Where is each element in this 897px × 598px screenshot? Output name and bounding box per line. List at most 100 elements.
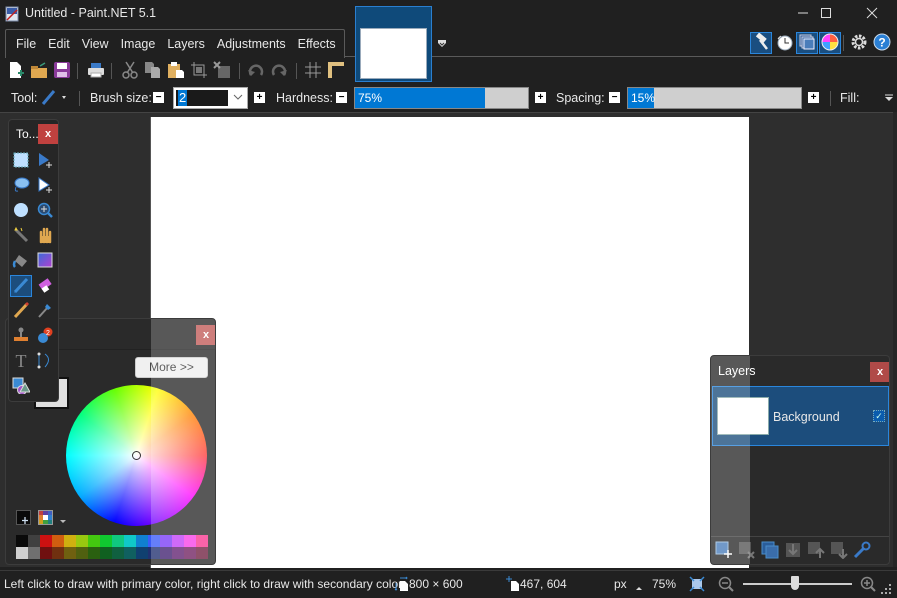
palette-swatch[interactable] bbox=[52, 535, 64, 547]
history-window-toggle[interactable] bbox=[773, 32, 795, 54]
tool-gradient[interactable] bbox=[34, 250, 56, 272]
tool-line-curve[interactable] bbox=[34, 350, 56, 372]
tool-move-selection[interactable] bbox=[34, 175, 56, 197]
spacing-slider[interactable]: 15% bbox=[627, 87, 802, 109]
settings-button[interactable] bbox=[848, 32, 870, 54]
menu-view[interactable]: View bbox=[76, 30, 115, 58]
new-button[interactable] bbox=[6, 61, 26, 81]
grid-toggle-button[interactable] bbox=[303, 61, 323, 81]
chevron-down-icon[interactable] bbox=[232, 91, 244, 106]
palette-swatch[interactable] bbox=[16, 547, 28, 559]
menu-layers[interactable]: Layers bbox=[161, 30, 211, 58]
layers-window-toggle[interactable] bbox=[796, 32, 818, 54]
tool-pan[interactable] bbox=[34, 225, 56, 247]
brush-size-decrease-button[interactable]: − bbox=[153, 92, 164, 103]
tools-window-close-button[interactable]: x bbox=[38, 124, 58, 144]
duplicate-layer-button[interactable] bbox=[761, 541, 779, 560]
palette-swatch[interactable] bbox=[136, 547, 148, 559]
hardness-decrease-button[interactable]: − bbox=[336, 92, 347, 103]
palette-swatch[interactable] bbox=[76, 535, 88, 547]
resize-grip-icon[interactable] bbox=[880, 583, 892, 598]
options-overflow-button[interactable] bbox=[885, 92, 893, 106]
palette-swatch[interactable] bbox=[100, 535, 112, 547]
delete-layer-button[interactable] bbox=[738, 541, 756, 560]
palette-swatch[interactable] bbox=[100, 547, 112, 559]
copy-button[interactable] bbox=[143, 61, 163, 81]
brush-size-combobox[interactable]: 2 bbox=[173, 87, 248, 109]
palette-swatch[interactable] bbox=[52, 547, 64, 559]
tool-pencil[interactable] bbox=[10, 300, 32, 322]
tool-clone-stamp[interactable] bbox=[10, 325, 32, 347]
tool-shapes[interactable] bbox=[10, 375, 32, 397]
palette-swatch[interactable] bbox=[112, 535, 124, 547]
menu-file[interactable]: File bbox=[10, 30, 42, 58]
palette-swatch[interactable] bbox=[64, 547, 76, 559]
brush-size-increase-button[interactable]: + bbox=[254, 92, 265, 103]
hardness-slider[interactable]: 75% bbox=[354, 87, 529, 109]
palette-swatch[interactable] bbox=[112, 547, 124, 559]
zoom-out-button[interactable] bbox=[718, 576, 734, 595]
menu-image[interactable]: Image bbox=[115, 30, 162, 58]
deselect-button[interactable] bbox=[212, 60, 232, 81]
hardness-increase-button[interactable]: + bbox=[535, 92, 546, 103]
palette-swatch[interactable] bbox=[64, 535, 76, 547]
color-wheel-cursor[interactable] bbox=[132, 451, 141, 460]
menu-effects[interactable]: Effects bbox=[292, 30, 342, 58]
tool-lasso-select[interactable] bbox=[10, 175, 32, 197]
image-canvas[interactable] bbox=[150, 117, 749, 568]
tool-ellipse-select[interactable] bbox=[10, 200, 32, 222]
tool-color-picker[interactable] bbox=[34, 300, 56, 322]
zoom-level[interactable]: 75% bbox=[652, 577, 676, 591]
redo-button[interactable] bbox=[269, 61, 289, 81]
palette-swatch[interactable] bbox=[40, 547, 52, 559]
layer-visibility-checkbox[interactable]: ✓ bbox=[873, 410, 885, 422]
document-list-dropdown-icon[interactable] bbox=[437, 38, 447, 51]
maximize-button[interactable] bbox=[803, 0, 849, 28]
palette-swatch[interactable] bbox=[76, 547, 88, 559]
palette-swatch[interactable] bbox=[124, 547, 136, 559]
colors-window-toggle[interactable] bbox=[819, 32, 841, 54]
open-button[interactable] bbox=[29, 61, 49, 81]
close-button[interactable] bbox=[849, 0, 895, 28]
palette-menu-button[interactable] bbox=[38, 510, 53, 525]
palette-swatch[interactable] bbox=[16, 535, 28, 547]
palette-swatch[interactable] bbox=[28, 547, 40, 559]
layer-properties-button[interactable] bbox=[853, 541, 871, 560]
tool-zoom[interactable] bbox=[34, 200, 56, 222]
help-button[interactable]: ? bbox=[871, 32, 893, 54]
tool-rectangle-select[interactable] bbox=[10, 150, 32, 172]
undo-button[interactable] bbox=[246, 61, 266, 81]
print-button[interactable] bbox=[86, 61, 106, 81]
tool-magic-wand[interactable] bbox=[10, 225, 32, 247]
units-dropdown-icon[interactable] bbox=[636, 580, 642, 594]
layers-window-close-button[interactable]: x bbox=[870, 362, 889, 382]
add-color-to-palette-button[interactable] bbox=[16, 510, 31, 525]
tool-eraser[interactable] bbox=[34, 275, 56, 297]
tool-recolor[interactable]: 2 bbox=[34, 325, 56, 347]
brush-size-input[interactable]: 2 bbox=[176, 90, 228, 106]
palette-swatch[interactable] bbox=[88, 547, 100, 559]
move-layer-down-button[interactable] bbox=[830, 541, 848, 560]
spacing-decrease-button[interactable]: − bbox=[609, 92, 620, 103]
cut-button[interactable] bbox=[120, 61, 140, 81]
units-selector[interactable]: px bbox=[614, 577, 627, 591]
rulers-toggle-button[interactable] bbox=[326, 61, 346, 81]
menu-edit[interactable]: Edit bbox=[42, 30, 76, 58]
palette-swatch[interactable] bbox=[124, 535, 136, 547]
crop-to-selection-button[interactable] bbox=[189, 61, 209, 81]
menu-adjustments[interactable]: Adjustments bbox=[211, 30, 292, 58]
zoom-to-window-button[interactable] bbox=[689, 576, 705, 595]
tools-window-toggle[interactable] bbox=[750, 31, 772, 54]
palette-swatch[interactable] bbox=[136, 535, 148, 547]
tool-paint-bucket[interactable] bbox=[10, 250, 32, 272]
tool-text[interactable]: T bbox=[10, 350, 32, 372]
layer-item[interactable]: Background ✓ bbox=[712, 386, 889, 446]
zoom-in-button[interactable] bbox=[860, 576, 876, 595]
add-layer-button[interactable] bbox=[715, 541, 733, 560]
move-layer-up-button[interactable] bbox=[807, 541, 825, 560]
save-button[interactable] bbox=[52, 61, 72, 81]
tool-selector[interactable] bbox=[40, 88, 70, 109]
spacing-increase-button[interactable]: + bbox=[808, 92, 819, 103]
palette-swatch[interactable] bbox=[40, 535, 52, 547]
palette-dropdown-button[interactable] bbox=[59, 514, 67, 528]
